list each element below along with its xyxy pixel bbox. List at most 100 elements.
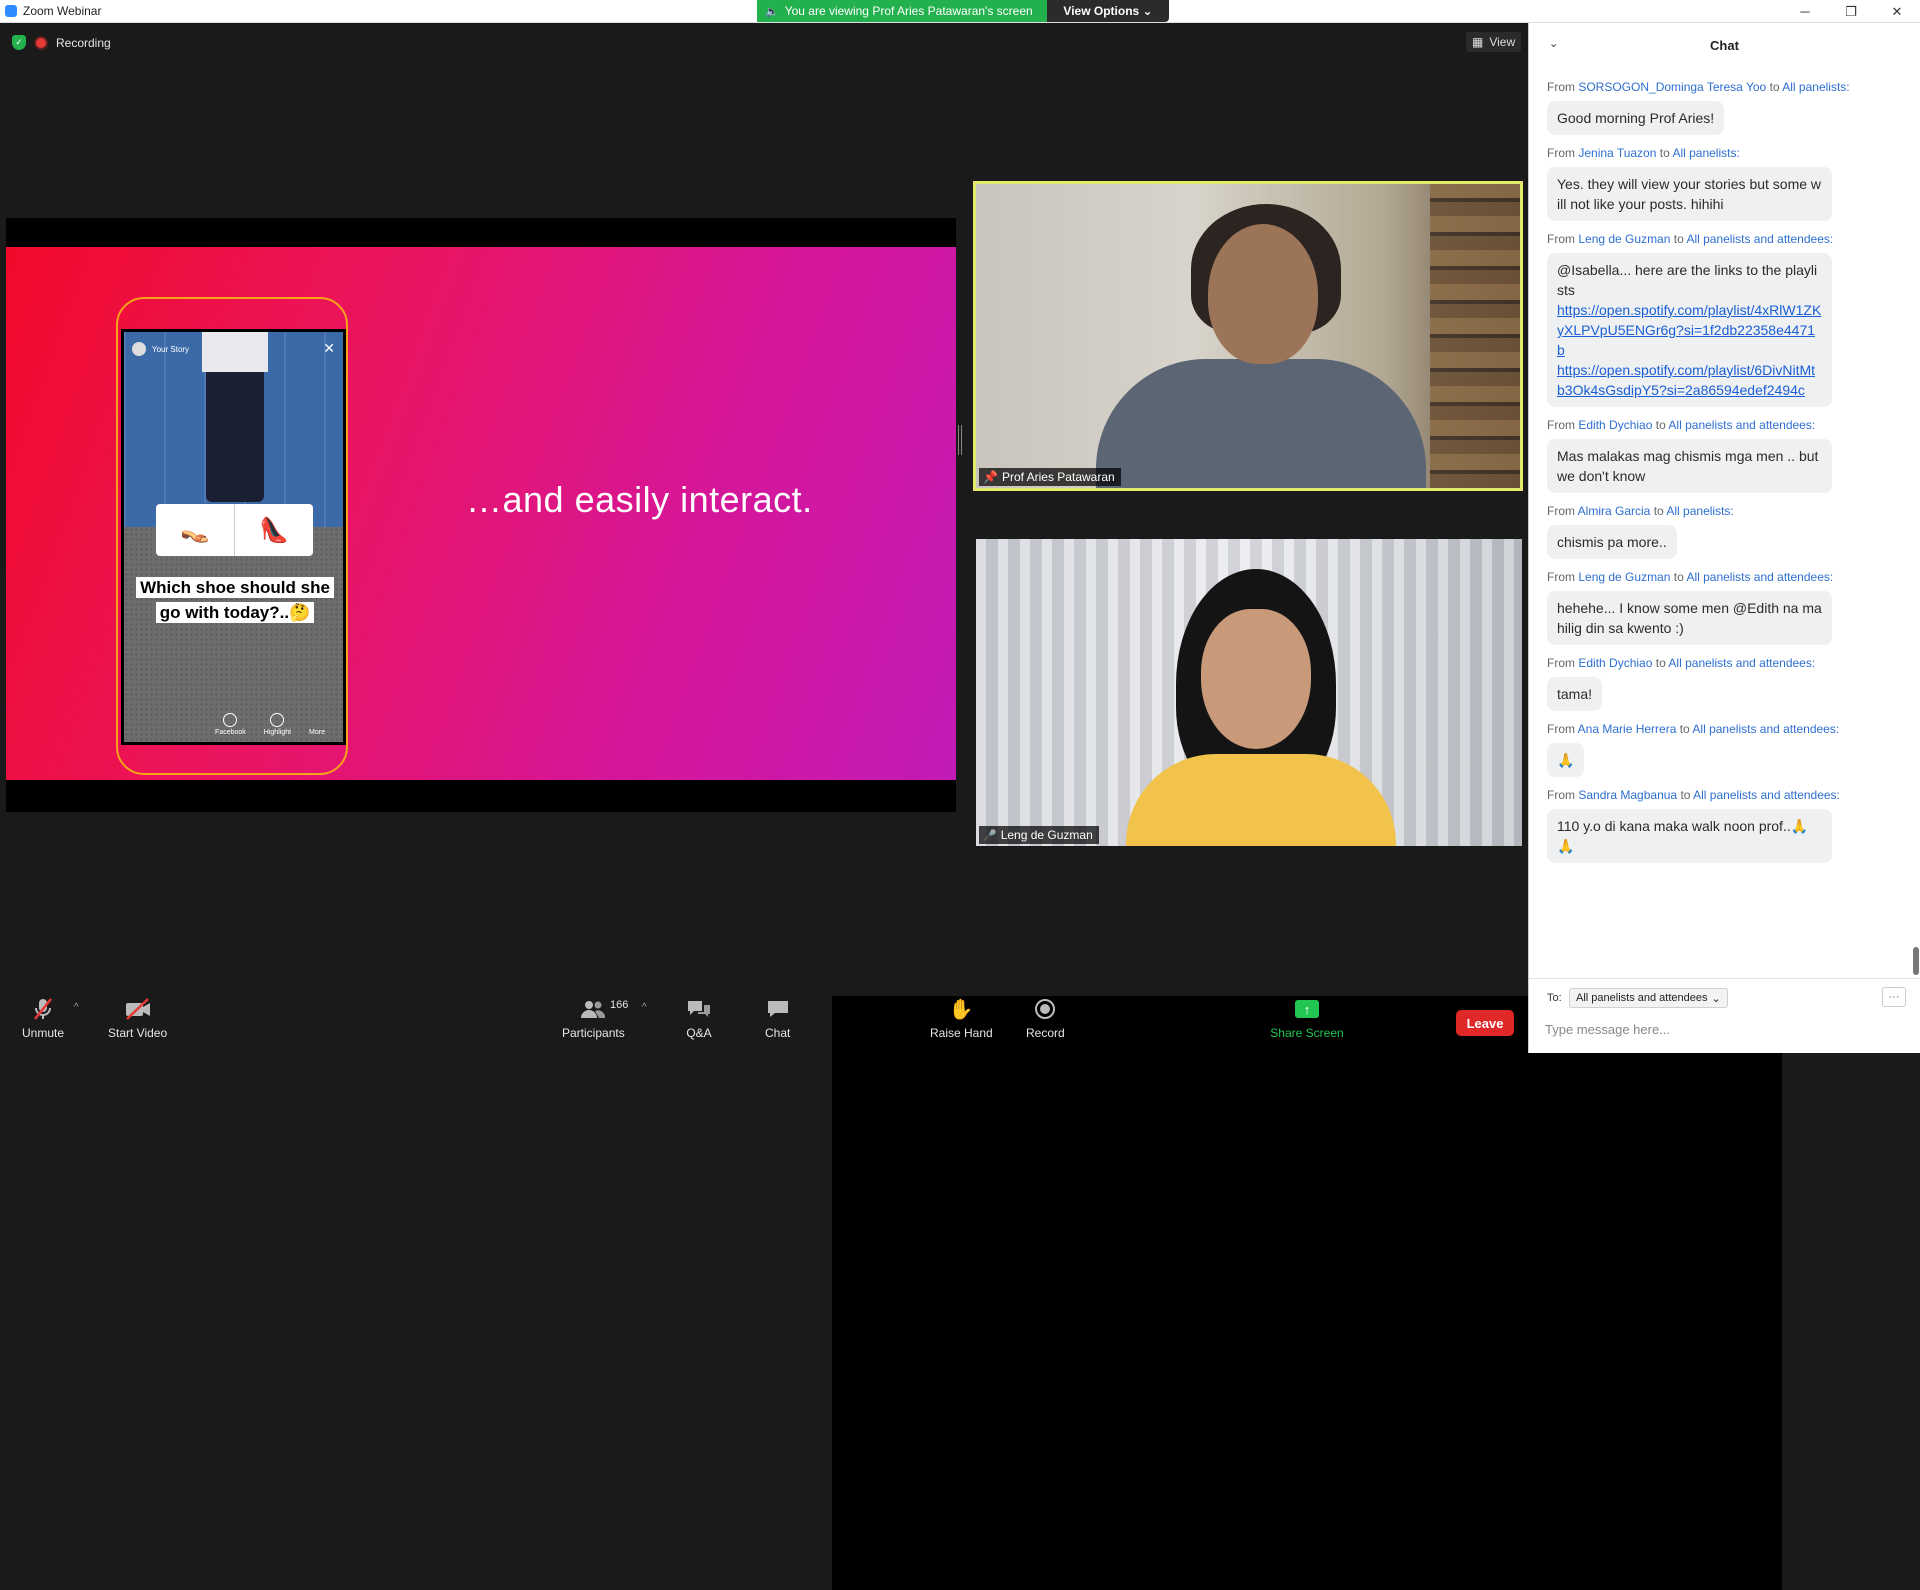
story-question: Which shoe should she go with today?..🤔 — [132, 575, 338, 625]
sender-name[interactable]: Sandra Magbanua — [1578, 788, 1677, 802]
chat-messages[interactable]: From SORSOGON_Dominga Teresa Yoo to All … — [1529, 67, 1920, 978]
chat-message: From Ana Marie Herrera to All panelists … — [1547, 721, 1899, 777]
recipient-name: All panelists and attendees: — [1686, 570, 1834, 584]
chat-button[interactable]: Chat — [765, 996, 790, 1040]
recipient-select[interactable]: All panelists and attendees ⌄ — [1569, 988, 1728, 1008]
message-bubble: 🙏 — [1547, 743, 1585, 777]
chat-message: From Edith Dychiao to All panelists and … — [1547, 417, 1899, 493]
sender-name[interactable]: Ana Marie Herrera — [1578, 722, 1677, 736]
audio-options-caret[interactable]: ^ — [74, 1002, 79, 1013]
shield-icon[interactable]: ✓ — [12, 35, 26, 50]
sender-name[interactable]: Leng de Guzman — [1578, 232, 1670, 246]
sender-name[interactable]: Almira Garcia — [1578, 504, 1651, 518]
sender-name[interactable]: SORSOGON_Dominga Teresa Yoo — [1578, 80, 1766, 94]
recipient-name: All panelists and attendees: — [1693, 788, 1840, 802]
chat-footer: To: All panelists and attendees ⌄ ··· — [1529, 978, 1920, 1053]
poll-option-flat-shoe: 👡 — [156, 504, 235, 556]
unmute-button[interactable]: Unmute — [22, 996, 64, 1040]
chevron-down-icon: ⌄ — [1711, 992, 1721, 1005]
recipient-name: All panelists: — [1672, 146, 1740, 160]
window-controls: ─ ❐ ✕ — [1782, 0, 1920, 23]
leave-button[interactable]: Leave — [1456, 1010, 1514, 1036]
poll-option-heel: 👠 — [259, 516, 289, 544]
record-button[interactable]: Record — [1026, 996, 1065, 1040]
message-header: From Sandra Magbanua to All panelists an… — [1547, 788, 1840, 802]
message-bubble: tama! — [1547, 677, 1603, 711]
message-input[interactable] — [1545, 1017, 1905, 1041]
chat-message: From Sandra Magbanua to All panelists an… — [1547, 787, 1899, 863]
message-text: hehehe... I know some men @Edith na mahi… — [1557, 600, 1822, 636]
story-photo — [124, 332, 343, 527]
recipient-name: All panelists and attendees: — [1686, 232, 1834, 246]
participants-icon — [580, 996, 606, 1022]
share-screen-icon: ↑ — [1295, 1000, 1319, 1018]
speaker-name: Prof Aries Patawaran — [1001, 470, 1115, 484]
presentation-slide: Your Story ✕ 👡 👠 Which shoe should she g… — [6, 247, 956, 780]
chat-message: From Almira Garcia to All panelists: chis… — [1547, 503, 1899, 559]
phone-mockup: Your Story ✕ 👡 👠 Which shoe should she g… — [121, 329, 346, 745]
participants-options-caret[interactable]: ^ — [642, 1002, 647, 1013]
shared-screen: Your Story ✕ 👡 👠 Which shoe should she g… — [6, 218, 956, 812]
bookshelf — [1430, 184, 1520, 488]
qa-icon — [686, 996, 712, 1022]
minimize-button[interactable]: ─ — [1782, 0, 1828, 23]
muted-mic-icon: 🎤 — [983, 829, 997, 842]
sender-name[interactable]: Edith Dychiao — [1578, 656, 1652, 670]
more-options-button[interactable]: ··· — [1882, 987, 1906, 1007]
share-screen-button[interactable]: ↑ Share Screen — [832, 996, 1782, 1590]
close-icon: ✕ — [323, 340, 335, 356]
chat-header: ⌄ Chat — [1529, 23, 1920, 67]
heart-icon — [270, 713, 285, 727]
view-label: View — [1489, 35, 1516, 49]
recipient-value: All panelists and attendees — [1576, 992, 1708, 1004]
message-bubble: Mas malakas mag chismis mga men .. but w… — [1547, 439, 1832, 493]
message-bubble: 110 y.o di kana maka walk noon prof..🙏🙏 — [1547, 809, 1832, 863]
grid-icon: ▦ — [1472, 35, 1484, 49]
meeting-toolbar: Unmute ^ Start Video Participants 166 ^ … — [0, 988, 1782, 1590]
story-user: Your Story — [152, 344, 190, 354]
participant-count: 166 — [610, 999, 629, 1011]
chat-message: From Leng de Guzman to All panelists and… — [1547, 231, 1899, 407]
participant-video[interactable]: 🎤 Leng de Guzman — [976, 539, 1522, 846]
chat-scroll: From SORSOGON_Dominga Teresa Yoo to All … — [1529, 67, 1920, 873]
recipient-name: All panelists: — [1782, 80, 1850, 94]
maximize-button[interactable]: ❐ — [1828, 0, 1874, 23]
message-bubble: @Isabella... here are the links to the p… — [1547, 253, 1832, 407]
chevron-down-icon[interactable]: ⌄ — [1549, 37, 1558, 50]
raise-hand-icon: ✋ — [948, 998, 974, 1021]
playlist-link[interactable]: https://open.spotify.com/playlist/4xRlW1… — [1557, 302, 1821, 358]
view-options-button[interactable]: View Options ⌄ — [1047, 0, 1169, 22]
sender-name[interactable]: Leng de Guzman — [1578, 570, 1670, 584]
muted-microphone-icon — [32, 996, 54, 1022]
start-video-button[interactable]: Start Video — [108, 996, 167, 1040]
recipient-name: All panelists and attendees: — [1668, 656, 1816, 670]
facebook-icon — [223, 713, 238, 727]
story-avatar — [132, 342, 146, 356]
poll-sticker: 👡 👠 — [156, 504, 313, 556]
sender-name[interactable]: Edith Dychiao — [1578, 418, 1652, 432]
close-window-button[interactable]: ✕ — [1874, 0, 1920, 23]
raise-hand-button[interactable]: ✋ Raise Hand — [930, 996, 993, 1041]
speaker-nametag: 📌 Prof Aries Patawaran — [979, 468, 1121, 486]
chat-message: From Edith Dychiao to All panelists and … — [1547, 655, 1899, 711]
message-header: From SORSOGON_Dominga Teresa Yoo to All … — [1547, 80, 1850, 94]
chat-title: Chat — [1710, 37, 1739, 53]
message-text: @Isabella... here are the links to the p… — [1557, 262, 1818, 298]
video-off-icon — [124, 996, 152, 1022]
facebook-share: Facebook — [215, 713, 246, 736]
qa-button[interactable]: Q&A — [686, 996, 712, 1040]
message-bubble: chismis pa more.. — [1547, 525, 1677, 559]
chat-scrollbar[interactable] — [1913, 947, 1919, 975]
speaker-video[interactable]: 📌 Prof Aries Patawaran — [973, 181, 1523, 491]
message-text: 🙏 — [1557, 752, 1575, 768]
recording-icon — [36, 37, 46, 48]
resize-handle[interactable] — [958, 425, 962, 455]
zoom-app-icon — [5, 5, 17, 17]
record-icon — [1034, 996, 1056, 1022]
meeting-status: ✓ Recording — [12, 35, 111, 50]
view-button[interactable]: ▦ View — [1466, 32, 1522, 52]
playlist-link[interactable]: https://open.spotify.com/playlist/6DivNi… — [1557, 362, 1815, 398]
message-text: tama! — [1557, 686, 1593, 702]
sender-name[interactable]: Jenina Tuazon — [1578, 146, 1656, 160]
message-text: Yes. they will view your stories but som… — [1557, 176, 1822, 212]
